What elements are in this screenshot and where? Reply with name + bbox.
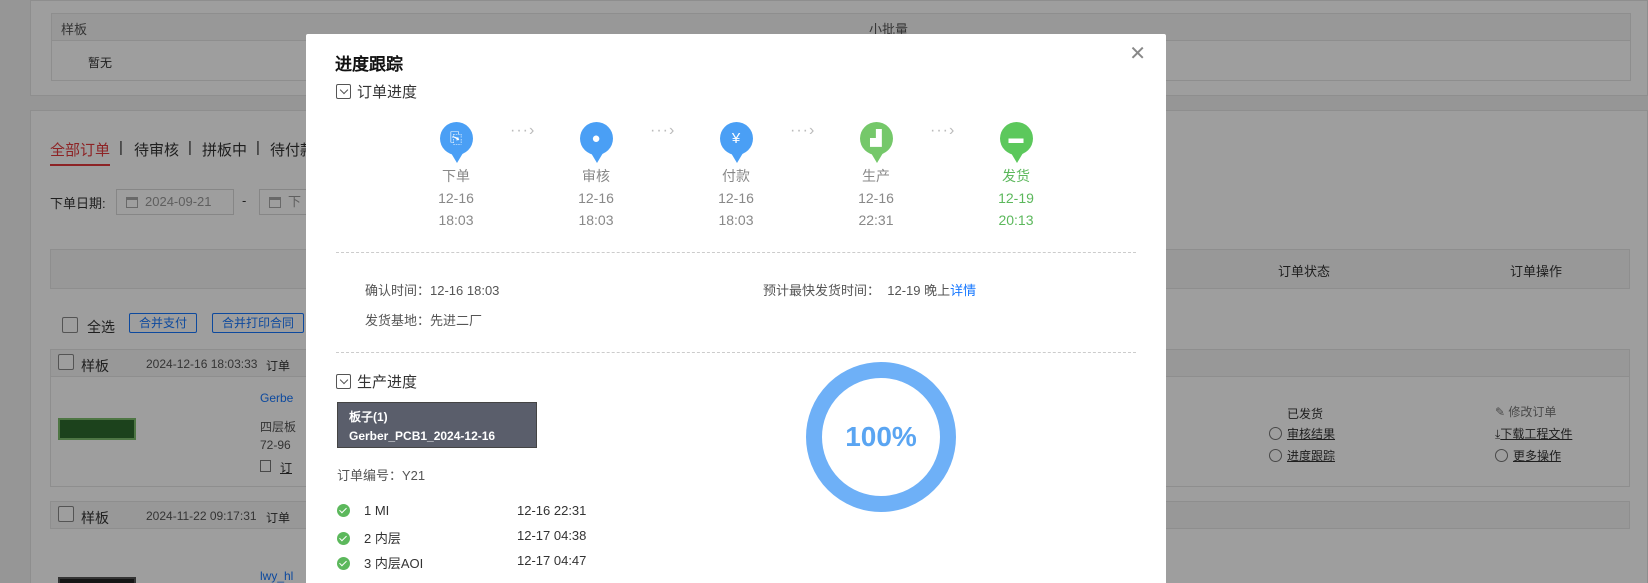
truck-icon: ▬ — [999, 122, 1033, 163]
production-progress-header[interactable]: 生产进度 — [336, 371, 417, 392]
eta-details-link[interactable]: 详情 — [950, 283, 976, 298]
step-name: 生产 — [862, 168, 890, 184]
ship-base-value: 先进二厂 — [430, 313, 483, 328]
eta-value: 12-19 晚上 — [887, 283, 951, 298]
step-date: 12-19 — [998, 190, 1034, 206]
step-payment: ¥ 付款 12-16 18:03 — [696, 122, 776, 231]
process-step: 2 内层 — [364, 531, 401, 546]
step-name: 下单 — [442, 168, 470, 184]
modal-title: 进度跟踪 — [335, 55, 403, 74]
step-date: 12-16 — [718, 190, 754, 206]
order-progress-header[interactable]: 订单进度 — [336, 81, 417, 102]
arrow-icon: ···› — [790, 122, 816, 139]
process-time: 12-16 22:31 — [517, 503, 587, 518]
check-icon — [337, 504, 350, 517]
progress-tracking-modal: 进度跟踪 ✕ 订单进度 ⎘ 下单 12-16 18:03 ···› ● 审核 1… — [306, 34, 1166, 583]
estimated-ship-time: 预计最快发货时间： 12-19 晚上详情 — [763, 280, 976, 299]
step-name: 审核 — [582, 168, 610, 184]
board-selector[interactable]: 板子(1) Gerber_PCB1_2024-12-16 — [337, 402, 537, 448]
step-order-placed: ⎘ 下单 12-16 18:03 — [416, 122, 496, 231]
arrow-icon: ···› — [510, 122, 536, 139]
check-icon — [337, 532, 350, 545]
collapse-toggle-icon — [336, 84, 351, 99]
process-item: 2 内层 12-17 04:38 — [337, 528, 586, 547]
confirm-time-label: 确认时间： — [365, 283, 431, 298]
step-date: 12-16 — [578, 190, 614, 206]
board-file: Gerber_PCB1_2024-12-16 — [349, 429, 496, 443]
step-name: 发货 — [1002, 168, 1030, 184]
confirm-time-value: 12-16 18:03 — [430, 283, 500, 298]
production-progress-label: 生产进度 — [357, 374, 418, 391]
step-production: ▟ 生产 12-16 22:31 — [836, 122, 916, 231]
factory-icon: ▟ — [859, 122, 893, 163]
order-number-label: 订单编号： — [337, 468, 403, 483]
step-time: 20:13 — [998, 212, 1034, 228]
step-time: 18:03 — [718, 212, 754, 228]
step-time: 22:31 — [858, 212, 894, 228]
order-number-value: Y21 — [402, 468, 426, 483]
process-item: 3 内层AOI 12-17 04:47 — [337, 553, 586, 572]
ship-base-label: 发货基地： — [365, 313, 431, 328]
arrow-icon: ···› — [930, 122, 956, 139]
order-progress-label: 订单进度 — [357, 84, 418, 101]
step-time: 18:03 — [438, 212, 474, 228]
check-icon — [337, 557, 350, 570]
progress-percent: 100% — [845, 421, 917, 452]
confirm-time: 确认时间：12-16 18:03 — [365, 280, 499, 299]
person-icon: ● — [579, 122, 613, 163]
step-date: 12-16 — [438, 190, 474, 206]
progress-ring: 100% — [806, 362, 956, 512]
process-time: 12-17 04:38 — [517, 528, 587, 543]
eta-label: 预计最快发货时间： — [763, 283, 881, 298]
step-date: 12-16 — [858, 190, 894, 206]
process-time: 12-17 04:47 — [517, 553, 587, 568]
process-item: 1 MI 12-16 22:31 — [337, 503, 586, 518]
collapse-toggle-icon — [336, 374, 351, 389]
divider — [336, 252, 1136, 253]
arrow-icon: ···› — [650, 122, 676, 139]
step-shipped: ▬ 发货 12-19 20:13 — [976, 122, 1056, 231]
ship-base: 发货基地：先进二厂 — [365, 310, 482, 329]
board-name: 板子(1) — [349, 410, 388, 424]
money-icon: ¥ — [719, 122, 753, 163]
document-icon: ⎘ — [439, 122, 473, 163]
process-step: 1 MI — [364, 503, 390, 518]
step-time: 18:03 — [578, 212, 614, 228]
step-review: ● 审核 12-16 18:03 — [556, 122, 636, 231]
process-step: 3 内层AOI — [364, 556, 424, 571]
close-icon[interactable]: ✕ — [1129, 44, 1146, 64]
step-name: 付款 — [722, 168, 750, 184]
divider — [336, 352, 1136, 353]
order-number: 订单编号：Y21 — [337, 465, 425, 484]
